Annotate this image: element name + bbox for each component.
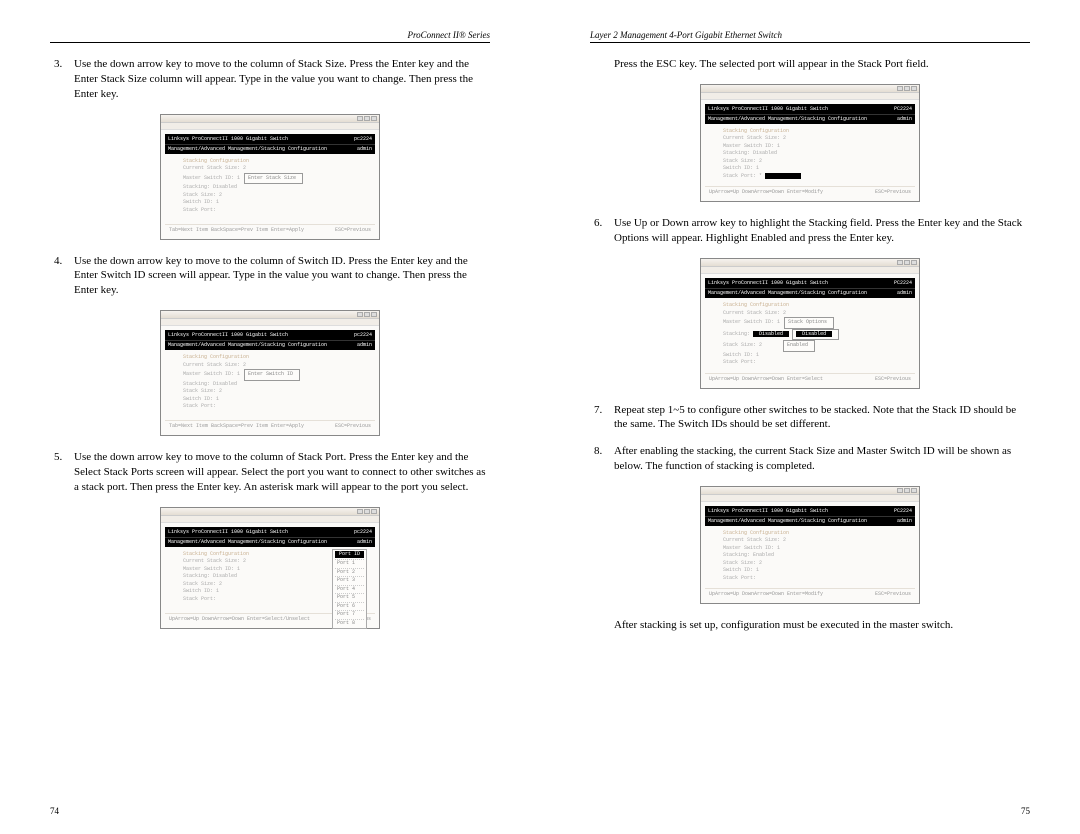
step-7: 7. Repeat step 1~5 to configure other sw…: [590, 403, 1030, 433]
step-5: 5. Use the down arrow key to move to the…: [50, 450, 490, 495]
closing-paragraph: After stacking is set up, configuration …: [590, 618, 1030, 633]
right-page: Layer 2 Management 4-Port Gigabit Ethern…: [540, 0, 1080, 834]
screenshot-stacking-enabled: Linksys ProConnectII 1000 Gigabit Switch…: [700, 486, 920, 605]
step-number: 6.: [594, 216, 602, 231]
port-list-popup: Port ID Port 1 Port 2 Port 3 Port 4 Port…: [332, 549, 367, 630]
window-toolbar: [161, 123, 379, 130]
window-titlebar: [161, 115, 379, 123]
step-8: 8. After enabling the stacking, the curr…: [590, 444, 1030, 474]
steps-list-right: 6. Use Up or Down arrow key to highlight…: [590, 216, 1030, 246]
screenshot-stack-options: Linksys ProConnectII 1000 Gigabit Switch…: [700, 258, 920, 389]
step-number: 3.: [54, 57, 62, 72]
screenshot-stack-port: Linksys ProConnectII 1000 Gigabit Switch…: [160, 507, 380, 629]
step-number: 8.: [594, 444, 602, 459]
left-page: ProConnect II® Series 3. Use the down ar…: [0, 0, 540, 834]
screenshot-stack-size: Linksys ProConnectII 1000 Gigabit Switch…: [160, 114, 380, 240]
screenshot-switch-id: Linksys ProConnectII 1000 Gigabit Switch…: [160, 310, 380, 436]
step-6: 6. Use Up or Down arrow key to highlight…: [590, 216, 1030, 246]
step-number: 4.: [54, 254, 62, 269]
step-3: 3. Use the down arrow key to move to the…: [50, 57, 490, 102]
step-number: 7.: [594, 403, 602, 418]
step-text: Use Up or Down arrow key to highlight th…: [614, 217, 1022, 244]
step-text: Use the down arrow key to move to the co…: [74, 58, 473, 100]
page-number-right: 75: [1021, 806, 1030, 816]
page-header-left: ProConnect II® Series: [50, 30, 490, 43]
step-text: Use the down arrow key to move to the co…: [74, 255, 468, 297]
step-text: Repeat step 1~5 to configure other switc…: [614, 404, 1016, 431]
steps-list-left: 3. Use the down arrow key to move to the…: [50, 57, 490, 102]
step-text: Use the down arrow key to move to the co…: [74, 451, 485, 493]
steps-list-right-2: 7. Repeat step 1~5 to configure other sw…: [590, 403, 1030, 474]
step-4: 4. Use the down arrow key to move to the…: [50, 254, 490, 299]
page-header-right: Layer 2 Management 4-Port Gigabit Ethern…: [590, 30, 1030, 43]
step-number: 5.: [54, 450, 62, 465]
steps-list-left-3: 5. Use the down arrow key to move to the…: [50, 450, 490, 495]
intro-paragraph: Press the ESC key. The selected port wil…: [590, 57, 1030, 72]
step-text: After enabling the stacking, the current…: [614, 445, 1011, 472]
steps-list-left-2: 4. Use the down arrow key to move to the…: [50, 254, 490, 299]
screenshot-port-selected: Linksys ProConnectII 1000 Gigabit Switch…: [700, 84, 920, 203]
page-number-left: 74: [50, 806, 59, 816]
